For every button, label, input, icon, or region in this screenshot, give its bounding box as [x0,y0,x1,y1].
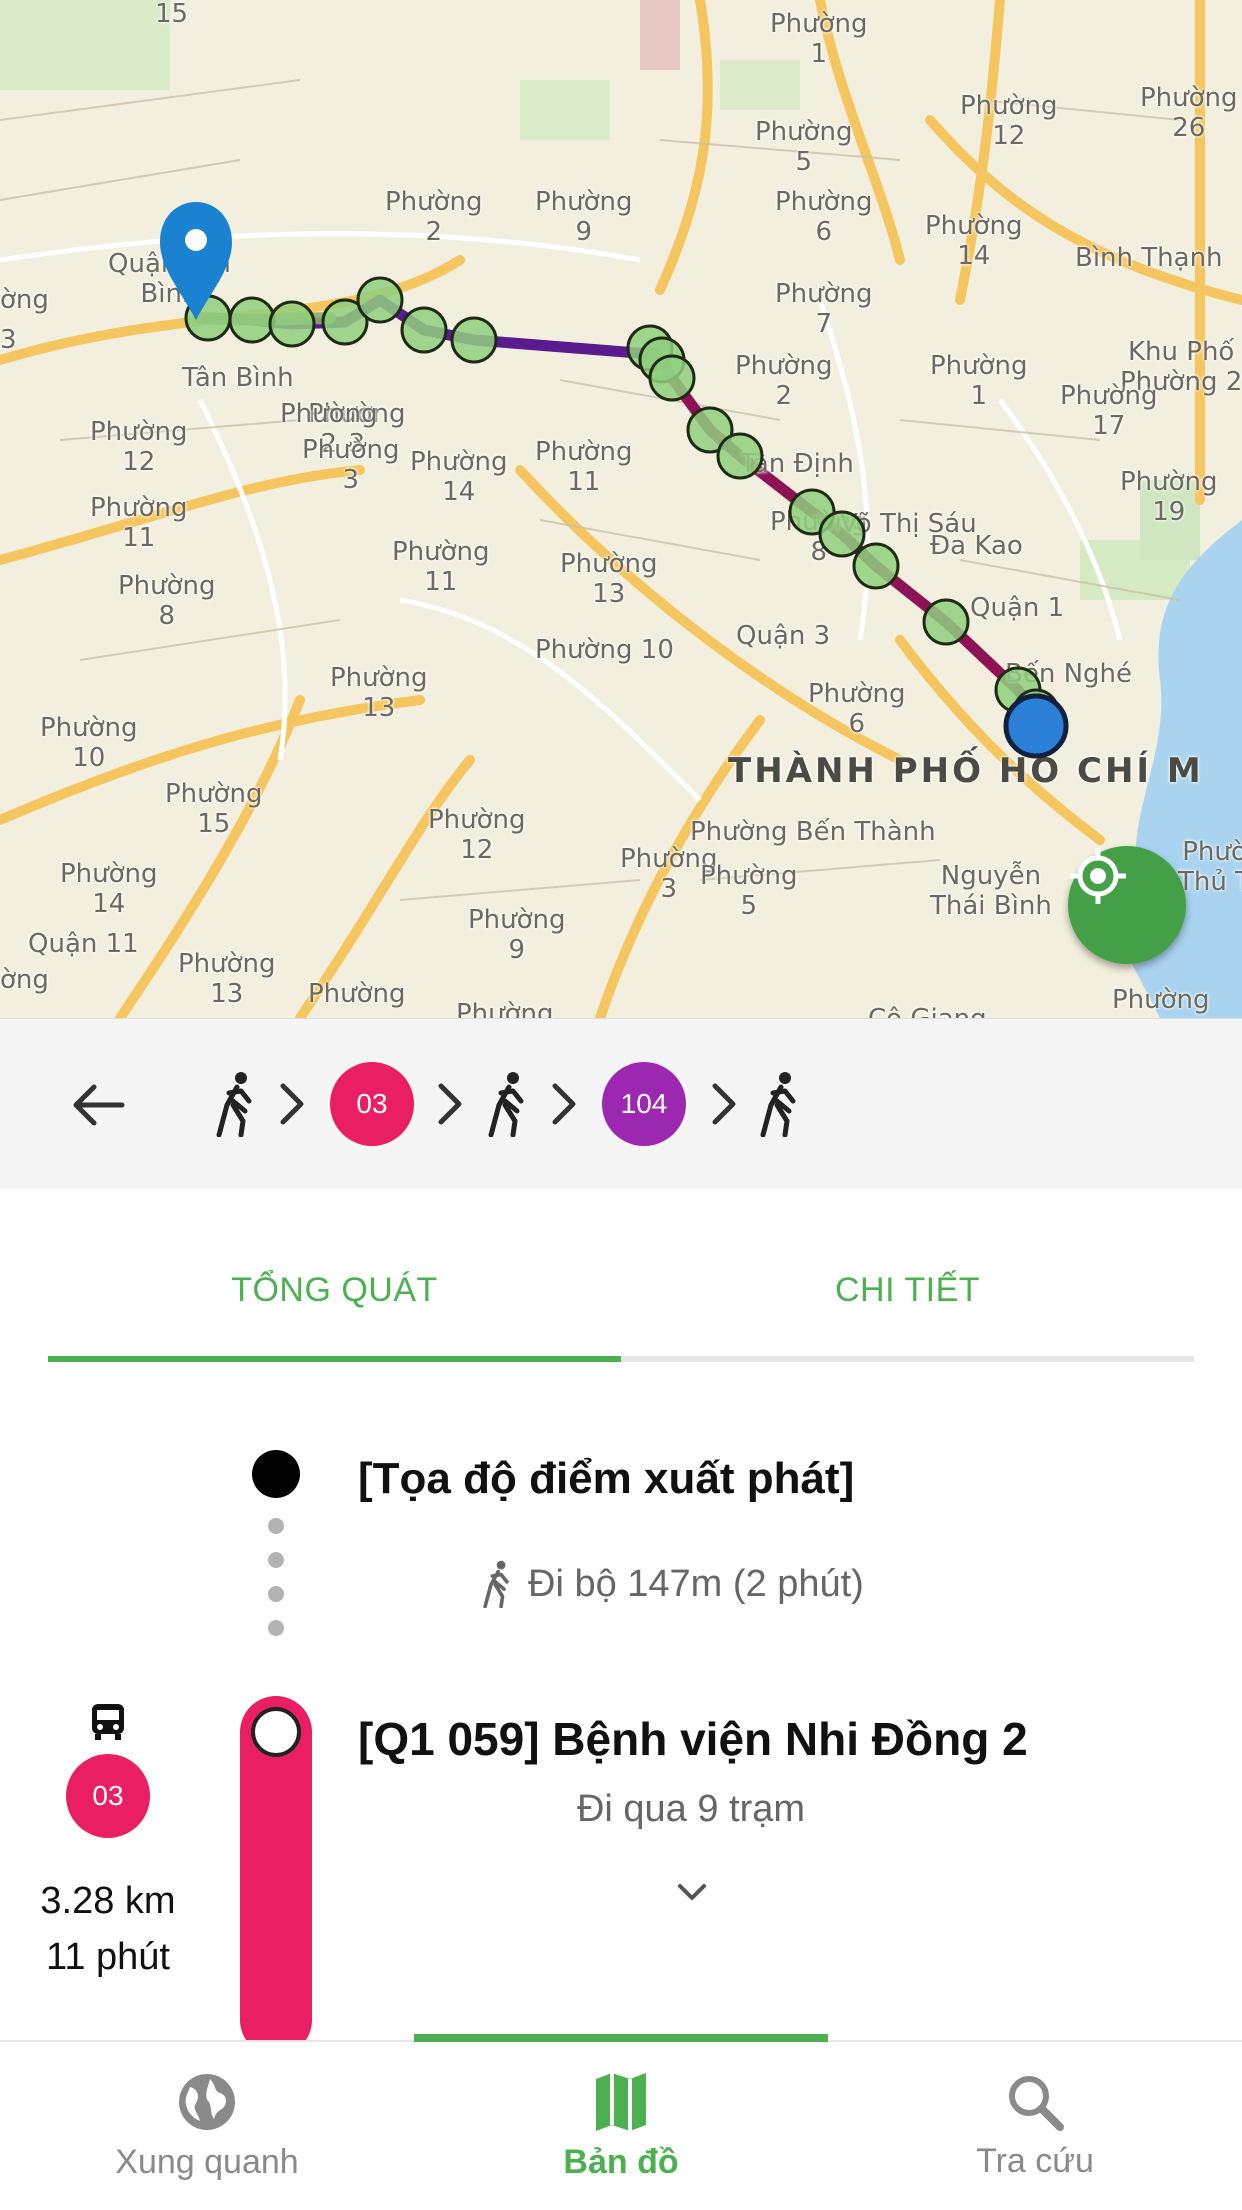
leg-distance: 3.28 km [40,1880,176,1922]
bus-stop-marker[interactable] [716,432,764,480]
stop-subtitle: Đi qua 9 trạm [576,1788,806,1830]
walk-text: Đi bộ 147m (2 phút) [528,1562,864,1605]
bus-stop-marker[interactable] [852,542,900,590]
nav-nearby-label: Xung quanh [115,2142,299,2181]
active-nav-indicator [414,2034,828,2042]
bus-stop-markers [184,276,1060,736]
tab-details[interactable]: CHI TIẾT [621,1230,1194,1350]
nav-map-label: Bản đồ [563,2142,679,2181]
chevron-right-icon [274,1059,310,1149]
itinerary-timeline: [Tọa độ điểm xuất phát] Đi bộ 147m (2 ph… [0,1380,1242,2040]
walk-step-icon [208,1059,260,1149]
map-icon [596,2072,646,2131]
my-location-button[interactable] [1068,846,1186,964]
chevron-right-icon [706,1059,742,1149]
start-title: [Tọa độ điểm xuất phát] [358,1454,855,1503]
chevron-down-icon [678,1884,706,1900]
bus-stop-marker[interactable] [400,306,448,354]
expand-stops-button[interactable] [672,1878,712,1908]
nav-nearby[interactable]: Xung quanh [0,2042,414,2210]
detail-tabs: TỔNG QUÁT CHI TIẾT [48,1230,1194,1362]
bus-stop-marker[interactable] [648,354,696,402]
bus-stop-marker[interactable] [818,510,866,558]
crosshair-icon [1070,848,1126,904]
search-icon [1009,2075,1064,2131]
route-overlay [160,202,1069,759]
bus-stop-marker[interactable] [268,300,316,348]
walk-icon [483,1560,509,1608]
bus-stop-marker[interactable] [922,598,970,646]
tab-divider [621,1356,1194,1362]
chevron-right-icon [432,1059,468,1149]
tab-overview[interactable]: TỔNG QUÁT [48,1230,621,1350]
nav-search[interactable]: Tra cứu [828,2042,1242,2210]
active-tab-indicator [48,1356,621,1362]
bottom-navigation: Xung quanh Bản đồ Tra cứu [0,2034,1242,2210]
destination-marker [1003,693,1069,759]
walk-info: Đi bộ 147m (2 phút) [478,1560,864,1608]
globe-icon [179,2073,235,2130]
bus-icon [88,1702,128,1742]
arrow-left-icon [73,1084,125,1126]
stop-title: [Q1 059] Bệnh viện Nhi Đồng 2 [358,1713,1028,1765]
bus-stop-marker[interactable] [450,316,498,364]
bus-stop-marker[interactable] [356,276,404,324]
leg-duration: 11 phút [46,1936,170,1978]
map-view[interactable]: 15 Phường 1 Phường 12 Phường 26 Phường 5 Phường 2 P… [0,0,1242,1018]
bus-route-badge[interactable]: 03 [66,1754,150,1838]
route-summary-bar: 03 104 [0,1018,1242,1189]
chevron-right-icon [546,1059,582,1149]
back-button[interactable] [62,1069,134,1141]
walk-step-icon [752,1059,804,1149]
bus-03-badge[interactable]: 03 [330,1062,414,1146]
nav-search-label: Tra cứu [976,2141,1094,2180]
nav-map[interactable]: Bản đồ [414,2042,828,2210]
stop-node [251,1707,301,1757]
walk-step-icon [480,1059,532,1149]
bus-104-badge[interactable]: 104 [602,1062,686,1146]
bus-stop-marker[interactable] [228,296,276,344]
